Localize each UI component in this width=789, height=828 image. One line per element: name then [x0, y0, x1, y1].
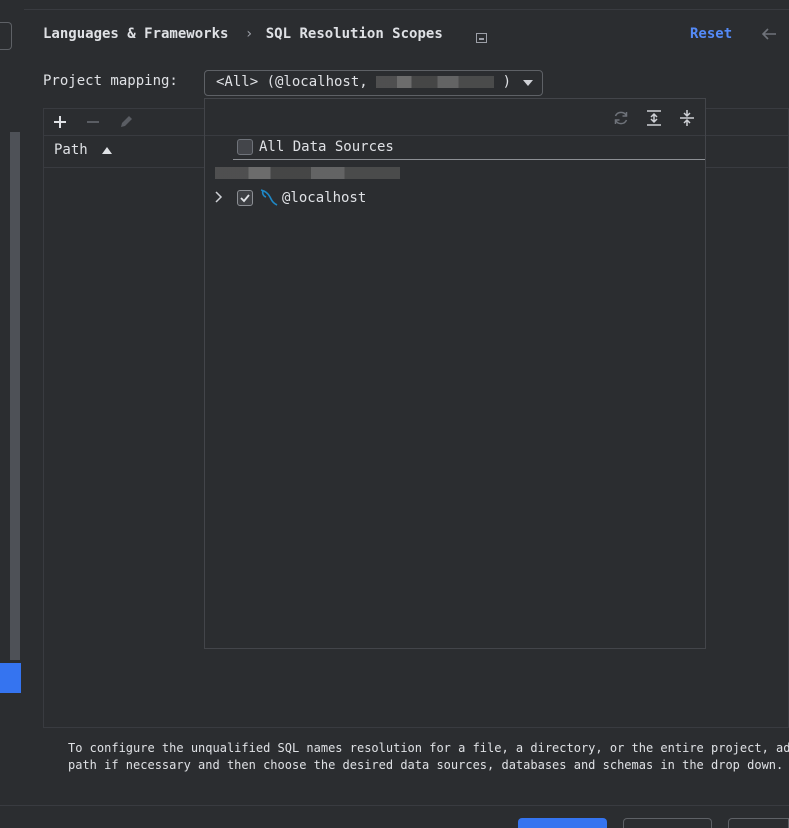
breadcrumb-separator: › [244, 26, 254, 42]
sidebar-edge-box [0, 22, 12, 50]
info-text: To configure the unqualified SQL names r… [68, 741, 789, 772]
redacted-row [215, 165, 400, 181]
arrow-left-icon[interactable] [759, 24, 781, 44]
breadcrumb: Languages & Frameworks › SQL Resolution … [43, 26, 443, 42]
column-header-path[interactable]: Path [54, 142, 113, 158]
reset-button[interactable]: Reset [690, 26, 732, 42]
ok-button[interactable] [518, 818, 607, 828]
redacted-text [376, 76, 495, 88]
expand-all-icon[interactable] [644, 108, 664, 128]
project-mapping-value: <All> (@localhost, ) [216, 74, 512, 90]
plus-icon[interactable] [50, 112, 70, 132]
page-title: SQL Resolution Scopes [265, 26, 443, 42]
pencil-icon[interactable] [116, 112, 136, 132]
top-divider [24, 9, 789, 10]
data-sources-popup: All Data Sources @localhost [204, 98, 706, 649]
apply-button[interactable] [728, 818, 789, 828]
localhost-label[interactable]: @localhost [282, 190, 366, 206]
sort-ascending-icon [102, 147, 113, 154]
sidebar-scrollbar[interactable] [10, 132, 20, 660]
collapse-all-icon[interactable] [677, 108, 697, 128]
minus-icon[interactable] [83, 112, 103, 132]
mysql-dolphin-icon [259, 187, 279, 207]
popup-toolbar-divider [205, 135, 705, 136]
refresh-icon[interactable] [611, 108, 631, 128]
project-mapping-label: Project mapping: [43, 73, 178, 89]
all-data-sources-checkbox[interactable] [237, 139, 253, 155]
breadcrumb-parent[interactable]: Languages & Frameworks [43, 26, 228, 42]
expand-arrow-icon[interactable] [214, 190, 226, 204]
all-sources-underline [233, 159, 705, 160]
all-data-sources-label[interactable]: All Data Sources [259, 139, 394, 155]
sidebar-selected-item[interactable] [0, 663, 21, 693]
cancel-button[interactable] [623, 818, 712, 828]
localhost-checkbox[interactable] [237, 190, 253, 206]
project-mapping-combo[interactable]: <All> (@localhost, ) [204, 70, 543, 96]
bottom-divider [0, 805, 789, 806]
project-scope-icon [476, 33, 487, 43]
chevron-down-icon [523, 80, 533, 86]
